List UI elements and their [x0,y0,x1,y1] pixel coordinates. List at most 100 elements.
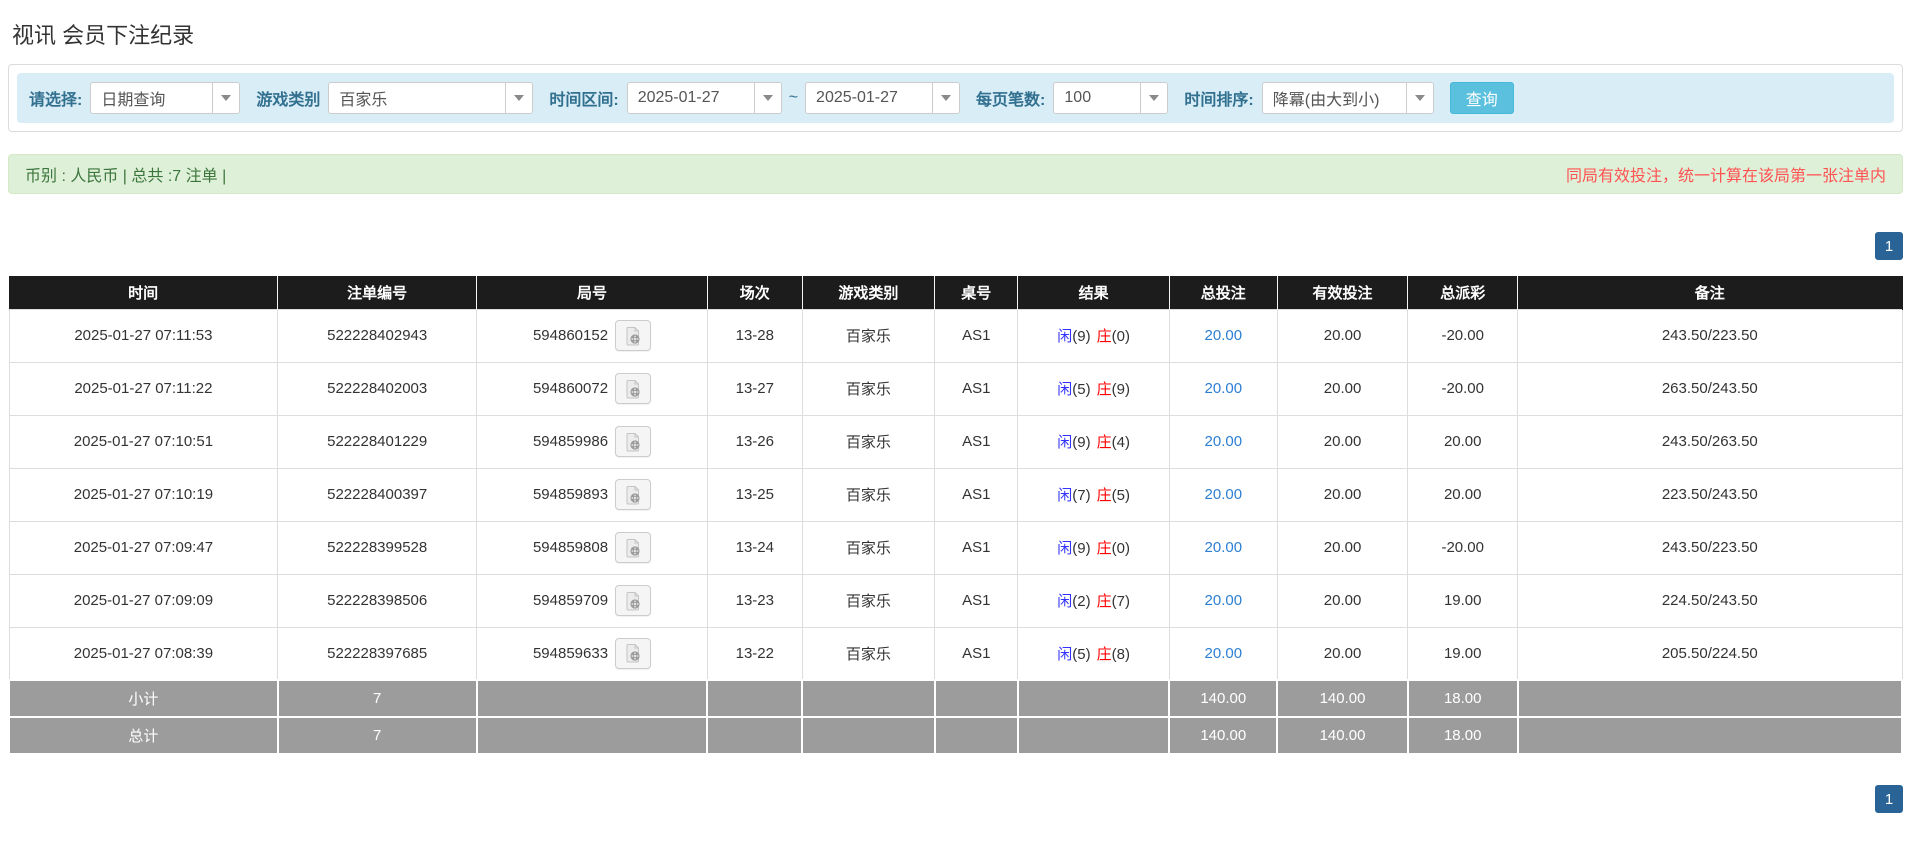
video-record-icon [626,644,640,663]
video-replay-button[interactable] [615,532,652,563]
col-header-time: 时间 [9,276,279,309]
table-row: 2025-01-27 07:08:39 522228397685 5948596… [8,626,1903,681]
cell-payout: 19.00 [1407,573,1519,628]
table-row: 2025-01-27 07:11:53 522228402943 5948601… [8,308,1903,363]
page-1-button[interactable]: 1 [1875,785,1903,813]
query-type-value: 日期查询 [101,92,166,109]
chevron-down-icon[interactable] [1405,83,1433,113]
date-from-select[interactable]: 2025-01-27 [626,82,782,114]
per-page-select[interactable]: 100 [1053,82,1169,114]
total-empty-cell [1516,716,1904,755]
cell-remark: 224.50/243.50 [1517,573,1903,628]
cell-time: 2025-01-27 07:11:22 [8,361,279,416]
chevron-down-icon[interactable] [753,83,781,113]
video-replay-button[interactable] [615,426,652,457]
round-id-text: 594859986 [532,433,609,450]
cell-payout: -20.00 [1407,520,1519,575]
subtotal-empty-cell [706,679,804,718]
cell-round-id: 594859893 [476,467,708,522]
cell-total-bet: 20.00 [1168,520,1278,575]
video-replay-button[interactable] [615,585,652,616]
result-banker-label: 庄 [1096,328,1112,345]
cell-round-id: 594860072 [476,361,708,416]
query-type-select[interactable]: 日期查询 [90,82,241,114]
total-bet-link[interactable]: 20.00 [1205,380,1243,397]
total-bet-link[interactable]: 20.00 [1205,645,1243,662]
result-player-label: 闲 [1057,593,1073,610]
round-id-text: 594859709 [532,592,609,609]
subtotal-count: 7 [276,679,478,718]
cell-payout: 19.00 [1407,626,1519,681]
chevron-down-icon[interactable] [505,83,533,113]
total-count: 7 [276,716,478,755]
cell-session: 13-23 [706,573,803,628]
cell-time: 2025-01-27 07:10:51 [8,414,279,469]
table-row: 2025-01-27 07:10:51 522228401229 5948599… [8,414,1903,469]
cell-bet-id: 522228399528 [277,520,478,575]
subtotal-empty-cell [1516,679,1904,718]
cell-table-no: AS1 [934,361,1019,416]
cell-valid-bet: 20.00 [1276,308,1409,363]
chevron-down-icon[interactable] [212,83,240,113]
game-type-value: 百家乐 [339,92,388,109]
cell-remark: 243.50/223.50 [1517,520,1903,575]
cell-total-bet: 20.00 [1168,626,1278,681]
date-to-value: 2025-01-27 [816,89,898,106]
col-header-valid-bet: 有效投注 [1277,276,1409,309]
cell-session: 13-22 [706,626,803,681]
pagination-bottom: 1 [8,785,1903,813]
summary-currency-count: 币别 : 人民币 | 总共 :7 注单 | [25,168,227,185]
cell-total-bet: 20.00 [1168,467,1278,522]
table-header-row: 时间 注单编号 局号 场次 游戏类别 桌号 结果 总投注 有效投注 总派彩 备注 [9,276,1903,309]
cell-valid-bet: 20.00 [1276,573,1409,628]
cell-remark: 243.50/263.50 [1517,414,1903,469]
cell-bet-id: 522228401229 [277,414,478,469]
cell-bet-id: 522228402003 [277,361,478,416]
result-player-value: (9) [1072,540,1091,557]
page-1-button[interactable]: 1 [1875,232,1903,260]
video-replay-button[interactable] [615,373,652,404]
cell-table-no: AS1 [934,573,1019,628]
date-from-value: 2025-01-27 [637,89,720,106]
col-header-result: 结果 [1017,276,1170,309]
cell-remark: 223.50/243.50 [1517,467,1903,522]
chevron-down-icon[interactable] [1140,83,1168,113]
result-banker-label: 庄 [1096,381,1112,398]
sort-order-select[interactable]: 降冪(由大到小) [1261,82,1434,114]
date-to-select[interactable]: 2025-01-27 [805,82,961,114]
subtotal-payout: 18.00 [1406,679,1519,718]
cell-payout: -20.00 [1407,361,1519,416]
summary-bar: 币别 : 人民币 | 总共 :7 注单 | 同局有效投注，统一计算在该局第一张注… [8,154,1903,194]
total-bet-link[interactable]: 20.00 [1205,486,1243,503]
video-replay-button[interactable] [615,479,652,510]
video-record-icon [626,432,640,451]
search-button[interactable]: 查询 [1449,82,1514,114]
cell-session: 13-24 [706,520,803,575]
table-row: 2025-01-27 07:09:47 522228399528 5948598… [8,520,1903,575]
col-header-remark: 备注 [1517,276,1903,309]
video-replay-button[interactable] [615,320,652,351]
cell-round-id: 594859986 [476,414,708,469]
video-replay-button[interactable] [615,637,652,669]
round-id-text: 594859808 [532,539,609,556]
video-record-icon [626,379,640,398]
cell-session: 13-26 [706,414,803,469]
result-player-label: 闲 [1057,434,1073,451]
cell-total-bet: 20.00 [1168,573,1278,628]
game-type-select[interactable]: 百家乐 [328,82,534,114]
total-bet-link[interactable]: 20.00 [1205,539,1243,556]
range-tilde: ~ [788,89,799,106]
cell-round-id: 594859633 [476,626,708,681]
subtotal-empty-cell [1016,679,1171,718]
total-bet-link[interactable]: 20.00 [1205,327,1243,344]
total-row: 总计 7 140.00 140.00 18.00 [8,716,1904,755]
total-bet-link[interactable]: 20.00 [1205,592,1243,609]
pagination-top: 1 [8,232,1903,260]
chevron-down-icon[interactable] [932,83,960,113]
page-title: 视讯 会员下注纪录 [12,23,195,48]
cell-remark: 205.50/224.50 [1517,626,1903,681]
cell-session: 13-27 [706,361,803,416]
cell-result: 闲(7) 庄(5) [1017,467,1170,522]
total-bet-link[interactable]: 20.00 [1205,433,1243,450]
subtotal-empty-cell [475,679,709,718]
